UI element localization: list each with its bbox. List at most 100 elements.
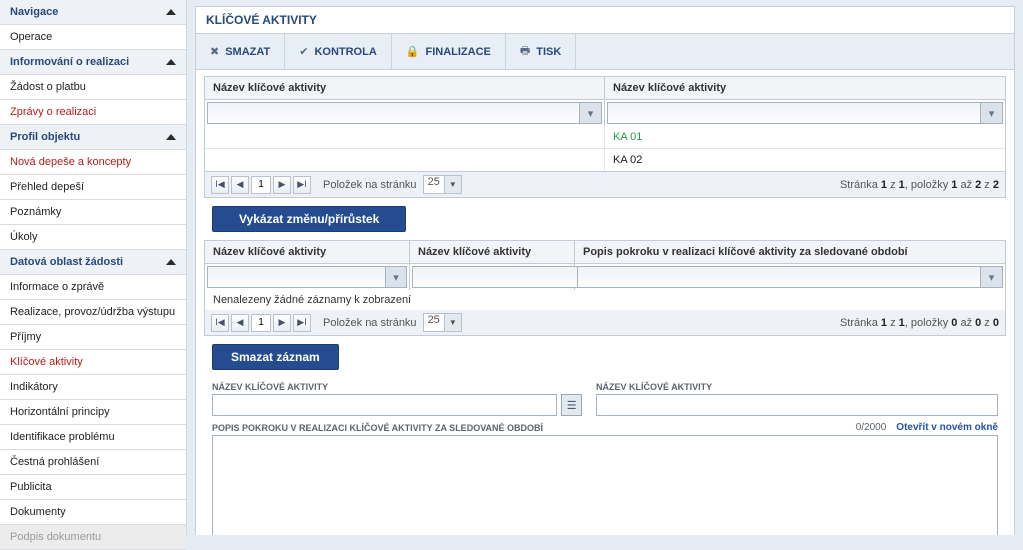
nav-item-zadost[interactable]: Žádost o platbu [0, 75, 186, 100]
grid1-col2[interactable]: Název klíčové aktivity [605, 77, 1005, 99]
chevron-down-icon: ▼ [444, 314, 461, 331]
nav-item-cestna[interactable]: Čestná prohlášení [0, 450, 186, 475]
table-row[interactable]: KA 01 [205, 126, 1005, 148]
check-icon: ✔ [299, 45, 308, 58]
filter-icon[interactable]: ▾ [981, 266, 1003, 288]
table-row[interactable]: KA 02 [205, 148, 1005, 171]
page-title: KLÍČOVÉ AKTIVITY [196, 7, 1014, 34]
nav-item-operace[interactable]: Operace [0, 25, 186, 50]
nav-item-label: Nová depeše a koncepty [10, 156, 131, 168]
cell: KA 02 [605, 149, 1005, 171]
chevron-up-icon [166, 134, 176, 140]
nav-section-datova[interactable]: Datová oblast žádosti [0, 250, 186, 275]
pager-next-icon[interactable]: ▶ [273, 314, 291, 332]
grid1-filter1-input[interactable] [207, 102, 580, 124]
nav-section-label: Informování o realizaci [10, 56, 129, 68]
pager-pagesize[interactable]: 25 ▼ [423, 175, 462, 194]
nav-item-label: Publicita [10, 481, 52, 493]
chevron-up-icon [166, 9, 176, 15]
nav-item-indikatory[interactable]: Indikátory [0, 375, 186, 400]
nav-item-identifikace[interactable]: Identifikace problému [0, 425, 186, 450]
nav-section-label: Datová oblast žádosti [10, 256, 123, 268]
nav-item-nova-depese[interactable]: Nová depeše a koncepty [0, 150, 186, 175]
nav-item-ukoly[interactable]: Úkoly [0, 225, 186, 250]
pager-last-icon[interactable]: ▶I [293, 176, 311, 194]
nav-item-klicove-aktivity[interactable]: Klíčové aktivity [0, 350, 186, 375]
nav-item-label: Operace [10, 31, 52, 43]
delete-button[interactable]: ✖ SMAZAT [196, 34, 285, 69]
nav-item-dokumenty[interactable]: Dokumenty [0, 500, 186, 525]
nav-item-label: Žádost o platbu [10, 81, 86, 93]
list-icon[interactable]: ☰ [561, 394, 582, 416]
grid1-header: Název klíčové aktivity Název klíčové akt… [204, 76, 1006, 100]
grid2-col2[interactable]: Název klíčové aktivity [410, 241, 575, 263]
chevron-down-icon: ▼ [444, 176, 461, 193]
pager-next-icon[interactable]: ▶ [273, 176, 291, 194]
nav-item-zpravy[interactable]: Zprávy o realizaci [0, 100, 186, 125]
print-button[interactable]: 🖶 TISK [506, 34, 576, 69]
grid1-filter2-input[interactable] [607, 102, 981, 124]
pager-first-icon[interactable]: I◀ [211, 314, 229, 332]
pager-first-icon[interactable]: I◀ [211, 176, 229, 194]
finalize-button[interactable]: 🔒 FINALIZACE [392, 34, 506, 69]
pager-items-label: Položek na stránku [323, 317, 417, 329]
cell [205, 149, 605, 171]
nav-item-prehled-depesi[interactable]: Přehled depeší [0, 175, 186, 200]
pager-pagesize[interactable]: 25 ▼ [423, 313, 462, 332]
form-label-right: NÁZEV KLÍČOVÉ AKTIVITY [596, 382, 998, 392]
nav-item-poznamky[interactable]: Poznámky [0, 200, 186, 225]
print-icon: 🖶 [520, 42, 530, 61]
pager-page-input[interactable] [251, 314, 271, 332]
popis-pokroku-textarea[interactable] [212, 435, 998, 535]
filter-icon[interactable]: ▾ [386, 266, 407, 288]
nav-item-informace-zprave[interactable]: Informace o zprávě [0, 275, 186, 300]
nav-item-podpis[interactable]: Podpis dokumentu [0, 525, 186, 550]
toolbar-label: KONTROLA [314, 46, 376, 58]
grid1-pager: I◀ ◀ ▶ ▶I Položek na stránku 25 ▼ Stránk… [204, 172, 1006, 198]
pager-prev-icon[interactable]: ◀ [231, 176, 249, 194]
nazev-aktivity-left-input[interactable] [212, 394, 557, 416]
nav-item-label: Poznámky [10, 206, 61, 218]
grid1-body: KA 01 KA 02 [204, 126, 1006, 172]
grid2-col1[interactable]: Název klíčové aktivity [205, 241, 410, 263]
nav-item-label: Přehled depeší [10, 181, 84, 193]
nav-section-informovani[interactable]: Informování o realizaci [0, 50, 186, 75]
sidebar: Navigace Operace Informování o realizaci… [0, 0, 187, 535]
pager-prev-icon[interactable]: ◀ [231, 314, 249, 332]
grid2-filter: ▾ ▾ ▾ [204, 264, 1006, 290]
grid2-header: Název klíčové aktivity Název klíčové akt… [204, 240, 1006, 264]
pager-page-input[interactable] [251, 176, 271, 194]
pager-last-icon[interactable]: ▶I [293, 314, 311, 332]
filter-icon[interactable]: ▾ [580, 102, 602, 124]
grid2-col3[interactable]: Popis pokroku v realizaci klíčové aktivi… [575, 241, 1005, 263]
main-panel: KLÍČOVÉ AKTIVITY ✖ SMAZAT ✔ KONTROLA 🔒 F… [187, 0, 1023, 535]
nav-item-realizace[interactable]: Realizace, provoz/údržba výstupu [0, 300, 186, 325]
check-button[interactable]: ✔ KONTROLA [285, 34, 392, 69]
grid2-filter1-input[interactable] [207, 266, 386, 288]
nav-item-publicita[interactable]: Publicita [0, 475, 186, 500]
open-new-window-link[interactable]: Otevřít v novém okně [896, 422, 998, 433]
nav-item-horizontalni[interactable]: Horizontální principy [0, 400, 186, 425]
grid2-filter2-input[interactable] [412, 266, 591, 288]
nav-section-label: Navigace [10, 6, 58, 18]
grid1-col1[interactable]: Název klíčové aktivity [205, 77, 605, 99]
chevron-up-icon [166, 259, 176, 265]
nav-item-label: Horizontální principy [10, 406, 110, 418]
char-count: 0/2000 [856, 422, 887, 433]
toolbar-label: SMAZAT [225, 46, 270, 58]
nav-section-profil[interactable]: Profil objektu [0, 125, 186, 150]
nav-item-label: Čestná prohlášení [10, 456, 99, 468]
form-label-left: NÁZEV KLÍČOVÉ AKTIVITY [212, 382, 582, 392]
smazat-zaznam-button[interactable]: Smazat záznam [212, 344, 339, 370]
nazev-aktivity-right-input[interactable] [596, 394, 998, 416]
grid2-filter3-input[interactable] [577, 266, 981, 288]
filter-icon[interactable]: ▾ [981, 102, 1003, 124]
nav-item-label: Klíčové aktivity [10, 356, 83, 368]
grid2-pager: I◀ ◀ ▶ ▶I Položek na stránku 25 ▼ Stránk… [204, 310, 1006, 336]
nav-item-prijmy[interactable]: Příjmy [0, 325, 186, 350]
nav-item-label: Dokumenty [10, 506, 66, 518]
vykazat-button[interactable]: Vykázat změnu/přírůstek [212, 206, 406, 232]
nav-section-navigace[interactable]: Navigace [0, 0, 186, 25]
cell: KA 01 [605, 126, 1005, 148]
nav-item-label: Informace o zprávě [10, 281, 104, 293]
